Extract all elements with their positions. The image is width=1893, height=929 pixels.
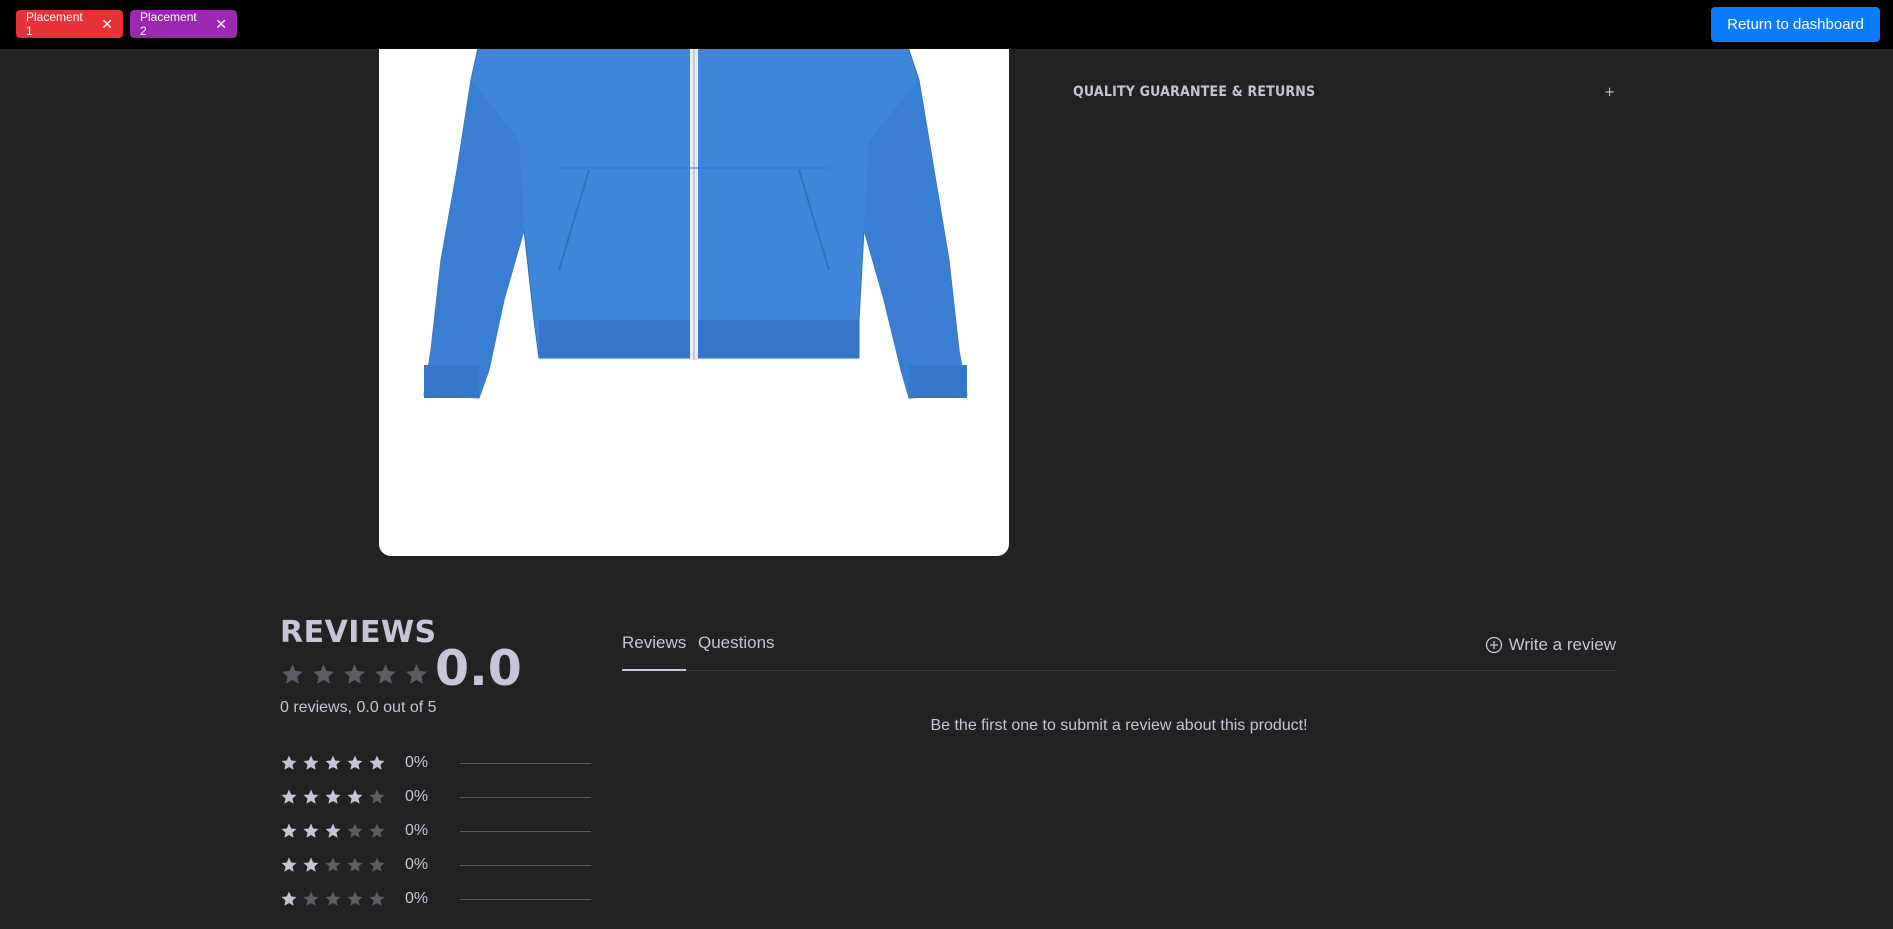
average-rating-value: 0.0 <box>435 640 522 697</box>
star-icon <box>347 755 363 770</box>
star-icon <box>325 789 341 804</box>
star-icon <box>281 857 297 872</box>
placement-chip-label: Placement 1 <box>26 10 83 38</box>
star-icon <box>303 755 319 770</box>
star-icon <box>325 857 341 872</box>
rating-row-percent: 0% <box>405 822 429 839</box>
rating-row-percent: 0% <box>405 856 429 873</box>
write-review-button[interactable]: Write a review <box>1485 633 1616 657</box>
rating-row-1[interactable]: 0% <box>280 882 592 916</box>
product-image <box>379 20 1009 556</box>
star-icon <box>369 823 385 838</box>
close-icon[interactable]: ✕ <box>215 17 227 31</box>
placement-chip-2[interactable]: Placement 2 ✕ <box>130 10 237 38</box>
star-icon <box>325 755 341 770</box>
accordion-title: QUALITY GUARANTEE & RETURNS <box>1073 84 1316 100</box>
average-rating-stars <box>280 662 429 687</box>
rating-row-bar <box>460 830 591 832</box>
star-icon <box>369 789 385 804</box>
rating-row-stars <box>280 856 405 874</box>
reviews-heading: REVIEWS <box>280 615 437 650</box>
star-icon <box>347 891 363 906</box>
jacket-illustration <box>423 20 968 399</box>
placement-chip-1[interactable]: Placement 1 ✕ <box>16 10 123 38</box>
rating-row-3[interactable]: 0% <box>280 814 592 848</box>
rating-row-percent: 0% <box>405 754 429 771</box>
star-icon <box>375 664 396 684</box>
star-icon <box>281 789 297 804</box>
star-icon <box>347 823 363 838</box>
rating-row-stars <box>280 822 405 840</box>
rating-row-bar <box>460 898 591 900</box>
star-icon <box>303 823 319 838</box>
star-icon <box>281 823 297 838</box>
star-icon <box>406 664 427 684</box>
star-icon <box>325 891 341 906</box>
star-icon <box>369 857 385 872</box>
tab-questions[interactable]: Questions <box>698 633 775 671</box>
rating-row-bar <box>460 864 591 866</box>
plus-icon[interactable]: + <box>1604 85 1615 100</box>
star-icon <box>282 664 303 684</box>
star-icon <box>281 891 297 906</box>
tab-reviews[interactable]: Reviews <box>622 633 687 671</box>
empty-reviews-message: Be the first one to submit a review abou… <box>930 717 1308 734</box>
star-icon <box>303 789 319 804</box>
star-icon <box>313 664 334 684</box>
reviews-tabs: Reviews Questions Write a review <box>622 633 1616 671</box>
rating-row-stars <box>280 788 405 806</box>
plus-circle-icon <box>1485 636 1502 654</box>
rating-row-4[interactable]: 0% <box>280 780 592 814</box>
rating-row-stars <box>280 754 405 772</box>
return-to-dashboard-button[interactable]: Return to dashboard <box>1711 7 1880 42</box>
rating-row-stars <box>280 890 405 908</box>
rating-row-2[interactable]: 0% <box>280 848 592 882</box>
reviews-summary: 0 reviews, 0.0 out of 5 <box>280 699 437 716</box>
star-icon <box>281 755 297 770</box>
star-icon <box>347 789 363 804</box>
write-review-label: Write a review <box>1508 635 1616 654</box>
star-icon <box>303 891 319 906</box>
star-icon <box>325 823 341 838</box>
rating-row-bar <box>460 796 591 798</box>
star-icon <box>369 755 385 770</box>
rating-row-bar <box>460 762 591 764</box>
top-bar: Placement 1 ✕ Placement 2 ✕ Return to da… <box>0 0 1893 49</box>
rating-row-5[interactable]: 0% <box>280 746 592 780</box>
rating-distribution: 0% 0% 0% 0% 0% <box>280 746 592 916</box>
rating-row-percent: 0% <box>405 890 429 907</box>
quality-guarantee-accordion[interactable]: QUALITY GUARANTEE & RETURNS + <box>1073 82 1615 102</box>
star-icon <box>303 857 319 872</box>
close-icon[interactable]: ✕ <box>101 17 113 31</box>
rating-row-percent: 0% <box>405 788 429 805</box>
star-icon <box>344 664 365 684</box>
star-icon <box>369 891 385 906</box>
placement-chip-label: Placement 2 <box>140 10 197 38</box>
star-icon <box>347 857 363 872</box>
